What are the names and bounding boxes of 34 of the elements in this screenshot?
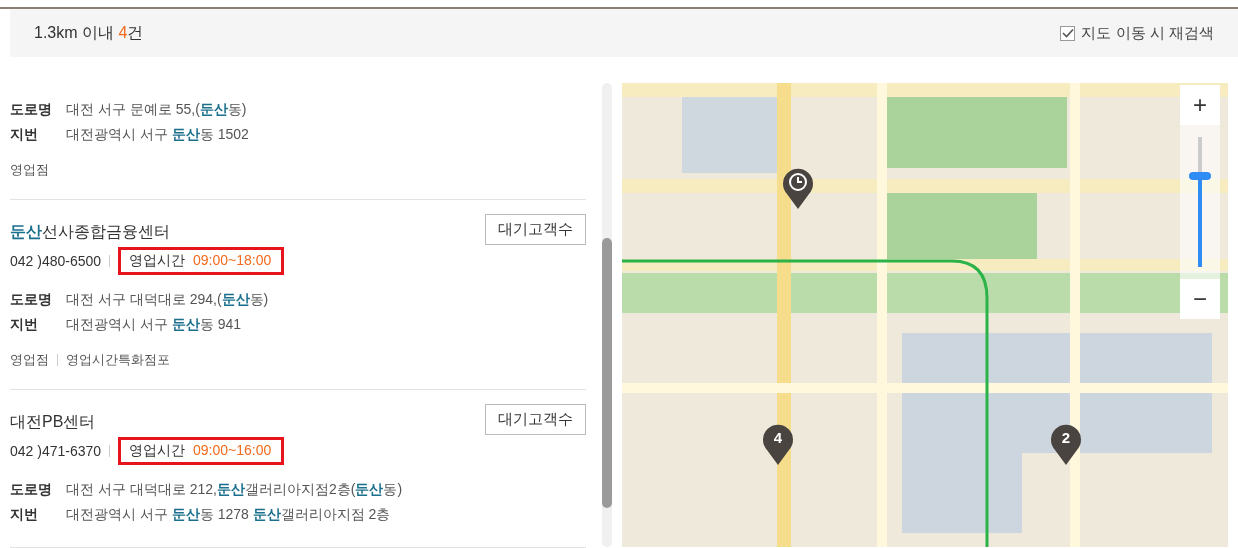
map-marker[interactable]: 4 — [762, 423, 794, 465]
result-count: 1.3km 이내 4건 — [34, 22, 144, 43]
branch-tag: 영업시간특화점포 — [66, 351, 170, 369]
waiting-customers-button[interactable]: 대기고객수 — [485, 404, 586, 435]
branch-tag: 영업점 — [10, 351, 49, 369]
road-address: 대전 서구 대덕대로 294,(둔산동) — [66, 291, 269, 307]
branch-name[interactable]: 둔산선사종합금융센터 — [10, 222, 285, 243]
waiting-customers-button[interactable]: 대기고객수 — [485, 214, 586, 245]
scrollbar[interactable] — [602, 83, 612, 547]
phone-number: 042 )471-6370 — [10, 443, 102, 459]
zoom-in-button[interactable]: + — [1180, 85, 1220, 125]
address-label: 지번 — [10, 505, 39, 524]
checkbox[interactable] — [1060, 25, 1076, 41]
business-hours: 영업시간 09:00~18:00 — [118, 247, 285, 275]
branch-name[interactable]: 대전PB센터 — [10, 412, 285, 433]
zoom-out-button[interactable]: − — [1180, 279, 1220, 319]
address-label: 도로명 — [10, 100, 53, 119]
road-address: 대전 서구 대덕대로 212,둔산갤러리아지점2층(둔산동) — [66, 481, 403, 497]
lot-address: 대전광역시 서구 둔산동 1278 둔산갤러리아지점 2층 — [66, 506, 391, 522]
address-label: 지번 — [10, 125, 39, 144]
map-marker[interactable]: 2 — [1050, 423, 1082, 465]
lot-address: 대전광역시 서구 둔산동 941 — [66, 316, 242, 332]
address-label: 도로명 — [10, 290, 53, 309]
address-label: 도로명 — [10, 480, 53, 499]
road-address: 대전 서구 문예로 55,(둔산동) — [66, 101, 247, 117]
business-hours: 영업시간 09:00~16:00 — [118, 437, 285, 465]
lot-address: 대전광역시 서구 둔산동 1502 — [66, 126, 249, 142]
branch-tag: 영업점 — [10, 161, 49, 179]
scrollbar-thumb[interactable] — [602, 238, 612, 508]
map-marker[interactable] — [782, 167, 814, 209]
address-label: 지번 — [10, 315, 39, 334]
zoom-slider-thumb[interactable] — [1189, 172, 1211, 180]
phone-number: 042 )480-6500 — [10, 253, 102, 269]
clock-icon — [788, 172, 808, 192]
